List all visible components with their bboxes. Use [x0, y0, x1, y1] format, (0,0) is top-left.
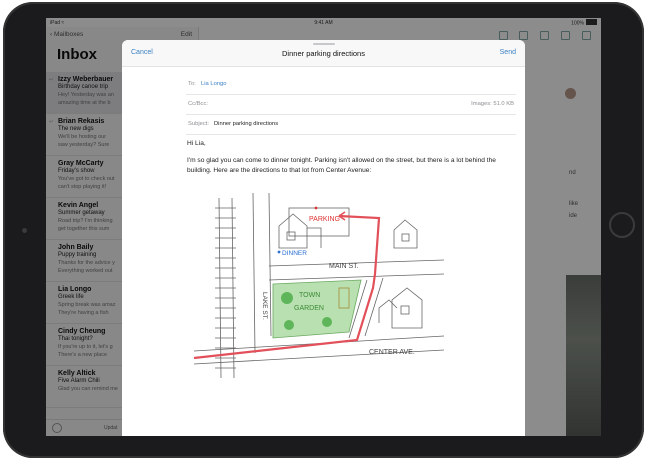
sheet-grabber[interactable]	[313, 43, 335, 45]
message-body[interactable]: Hi Lia, I'm so glad you can come to dinn…	[187, 139, 497, 176]
cc-bcc-field[interactable]: Cc/Bcc: Images: 51.0 KB	[186, 95, 516, 115]
compose-sheet: Cancel Dinner parking directions Send To…	[122, 40, 525, 436]
body-paragraph: I'm so glad you can come to dinner tonig…	[187, 157, 496, 174]
send-button[interactable]: Send	[500, 49, 516, 56]
lake-st-label: LAKE ST.	[261, 292, 268, 320]
map-drawing: PARKING DINNER MAIN ST. LAKE ST. TOWN GA…	[193, 192, 445, 379]
center-ave-label: CENTER AVE.	[369, 349, 415, 356]
dinner-marker-icon	[277, 250, 281, 254]
compose-title: Dinner parking directions	[282, 49, 365, 58]
greeting: Hi Lia,	[187, 140, 206, 147]
dinner-label: DINNER	[282, 250, 307, 257]
ipad-frame: iPad ≈ 9:41 AM 100% ‹ Mailboxes Edit Inb…	[3, 2, 644, 458]
town-label: TOWN	[299, 292, 320, 299]
cc-bcc-label: Cc/Bcc:	[188, 101, 208, 107]
tree-icon	[322, 317, 332, 327]
tree-icon	[281, 292, 293, 304]
subject-label: Subject:	[188, 121, 209, 127]
to-field[interactable]: To: Lia Longo	[186, 75, 516, 95]
to-recipient[interactable]: Lia Longo	[201, 81, 226, 87]
to-label: To:	[188, 81, 196, 87]
tree-icon	[284, 320, 294, 330]
subject-field[interactable]: Subject: Dinner parking directions	[186, 115, 516, 135]
home-button[interactable]	[609, 212, 635, 238]
front-camera	[22, 228, 27, 233]
subject-value[interactable]: Dinner parking directions	[214, 121, 278, 127]
garden-label: GARDEN	[294, 305, 324, 312]
compose-navbar: Cancel Dinner parking directions Send	[122, 40, 525, 67]
parking-label: PARKING	[309, 216, 340, 223]
images-size[interactable]: Images: 51.0 KB	[471, 101, 514, 107]
map-image: PARKING DINNER MAIN ST. LAKE ST. TOWN GA…	[189, 188, 454, 379]
main-st-label: MAIN ST.	[329, 263, 359, 270]
parking-marker-icon	[314, 206, 318, 210]
